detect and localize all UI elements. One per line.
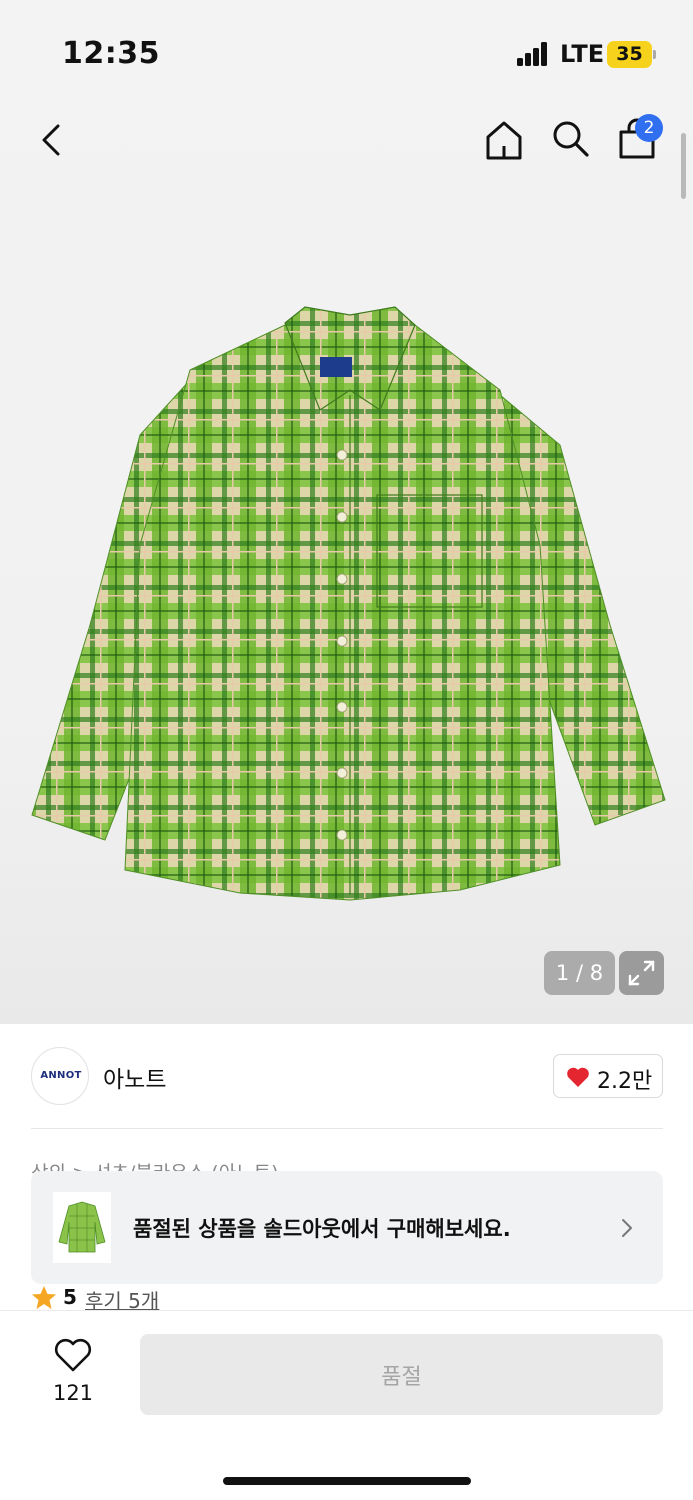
brand-like-count: 2.2만: [597, 1069, 653, 1094]
signal-icon: [517, 42, 549, 66]
heart-filled-icon: [567, 1067, 589, 1087]
brand-logo-text: ANNOT: [40, 1070, 82, 1081]
product-image-gallery[interactable]: 12:35 LTE 35 2 1 / 8: [0, 0, 693, 1024]
home-indicator[interactable]: [223, 1477, 471, 1485]
banner-thumbnail: [53, 1192, 111, 1263]
battery-icon: 35: [607, 41, 656, 68]
image-counter: 1 / 8: [544, 951, 615, 995]
network-label: LTE: [560, 40, 605, 68]
soldout-button[interactable]: 품절: [140, 1334, 663, 1415]
home-icon[interactable]: [484, 118, 524, 162]
heart-outline-icon: [54, 1338, 92, 1372]
scrollbar[interactable]: [681, 133, 686, 199]
brand-logo[interactable]: ANNOT: [31, 1047, 89, 1105]
chevron-right-icon: [622, 1219, 632, 1237]
bottom-action-bar: 121 품절: [0, 1310, 693, 1500]
status-time: 12:35: [62, 36, 160, 71]
rating-score: 5: [63, 1285, 77, 1309]
cart-count-badge: 2: [635, 114, 663, 142]
brand-name[interactable]: 아노트: [103, 1060, 166, 1094]
soldout-banner[interactable]: 품절된 상품을 솔드아웃에서 구매해보세요.: [31, 1171, 663, 1284]
banner-text: 품절된 상품을 솔드아웃에서 구매해보세요.: [133, 1217, 511, 1241]
battery-level: 35: [607, 41, 652, 68]
brand-like-button[interactable]: 2.2만: [553, 1054, 663, 1098]
expand-icon[interactable]: [619, 951, 664, 995]
back-icon[interactable]: [36, 120, 68, 160]
wishlist-count: 121: [52, 1381, 94, 1405]
product-image: [31, 306, 666, 901]
divider: [31, 1128, 663, 1129]
star-icon: [32, 1286, 56, 1309]
search-icon[interactable]: [550, 118, 592, 160]
wishlist-button[interactable]: 121: [40, 1337, 106, 1407]
